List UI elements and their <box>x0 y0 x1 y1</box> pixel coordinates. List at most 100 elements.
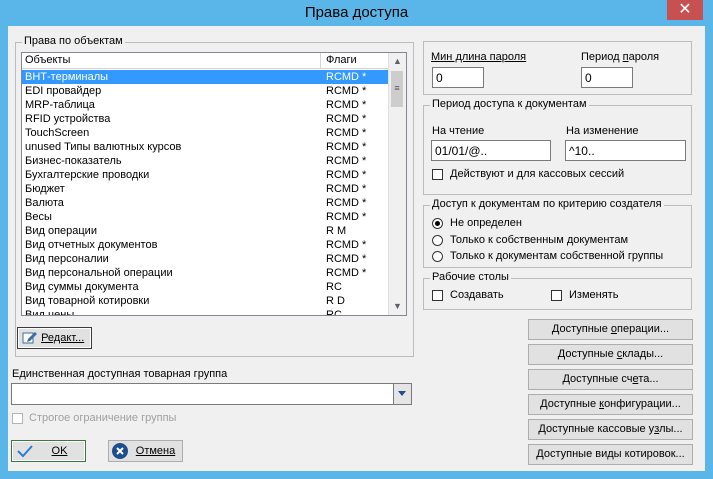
table-row[interactable]: Вид персоналии RCMD * <box>22 252 390 266</box>
object-flags-cell: RCMD * <box>326 99 367 111</box>
table-row[interactable]: Вид суммы документа RC <box>22 280 390 294</box>
ok-button-label: OK <box>51 445 68 457</box>
object-flags-cell: RCMD * <box>326 169 367 181</box>
scroll-thumb[interactable]: ≡ <box>391 71 403 107</box>
object-flags-cell: RC <box>326 309 342 316</box>
objects-list-header: Объекты Флаги <box>22 53 390 69</box>
object-name-cell: Валюта <box>25 197 64 209</box>
desktops-change-label: Изменять <box>569 289 619 301</box>
object-flags-cell: RCMD * <box>326 85 367 97</box>
cancel-button[interactable]: Отмена <box>108 440 183 462</box>
radio-own-group-documents[interactable] <box>432 251 443 262</box>
column-flags-header[interactable]: Флаги <box>326 54 357 66</box>
cash-sessions-checkbox[interactable] <box>432 169 443 180</box>
objects-list[interactable]: Объекты Флаги ВНТ-терминалы RCMD * EDI про… <box>21 52 407 316</box>
checkmark-icon <box>17 445 33 458</box>
read-period-input[interactable] <box>431 140 551 161</box>
object-name-cell: Вид цены <box>25 309 75 316</box>
window-title: Права доступа <box>304 4 409 21</box>
close-icon: ✕ <box>678 1 692 18</box>
object-name-cell: Вид персональной операции <box>25 267 173 279</box>
object-flags-cell: R D <box>326 295 345 307</box>
desktops-change-checkbox[interactable] <box>551 290 562 301</box>
object-name-cell: RFID устройства <box>25 113 111 125</box>
object-name-cell: Бюджет <box>25 183 65 195</box>
table-row[interactable]: Весы RCMD * <box>22 210 390 224</box>
table-row[interactable]: RFID устройства RCMD * <box>22 112 390 126</box>
table-row[interactable]: TouchScreen RCMD * <box>22 126 390 140</box>
edit-pencil-icon <box>22 332 37 344</box>
cash-sessions-label: Действуют и для кассовых сессий <box>450 168 625 180</box>
table-row[interactable]: Вид персональной операции RCMD * <box>22 266 390 280</box>
object-flags-cell: RCMD * <box>326 183 367 195</box>
available-accounts-button[interactable]: Доступные счета... <box>528 369 693 390</box>
available-operations-button[interactable]: Доступные операции... <box>528 319 693 340</box>
radio-own-group-documents-label: Только к документам собственной группы <box>450 250 664 262</box>
object-name-cell: Вид персоналии <box>25 253 109 265</box>
object-name-cell: Вид товарной котировки <box>25 295 150 307</box>
table-row[interactable]: Вид операции R M <box>22 224 390 238</box>
table-row[interactable]: Бухгалтерские проводки RCMD * <box>22 168 390 182</box>
object-flags-cell: RC <box>326 281 342 293</box>
min-password-length-input[interactable] <box>432 67 484 88</box>
scroll-down-icon[interactable]: ▼ <box>389 298 406 315</box>
ok-button[interactable]: OK <box>11 440 86 462</box>
edit-button-label: Редакт... <box>41 332 85 344</box>
object-flags-cell: RCMD * <box>326 239 367 251</box>
chevron-down-icon <box>398 391 406 396</box>
objects-rights-legend: Права по объектам <box>22 35 125 47</box>
min-password-length-label: Мин длина пароля <box>431 51 527 63</box>
strict-group-checkbox[interactable] <box>12 413 23 424</box>
object-flags-cell: RCMD * <box>326 211 367 223</box>
table-row[interactable]: Вид цены RC <box>22 308 390 316</box>
creator-access-legend: Доступ к документам по критерию создател… <box>430 198 664 210</box>
table-row[interactable]: Вид отчетных документов RCMD * <box>22 238 390 252</box>
object-flags-cell: RCMD * <box>326 197 367 209</box>
goods-group-label: Единственная доступная товарная группа <box>12 368 228 380</box>
password-period-label: Период пароля <box>581 51 660 63</box>
objects-list-rows: ВНТ-терминалы RCMD * EDI провайдер RCMD * MR… <box>22 70 390 316</box>
object-flags-cell: RCMD * <box>326 155 367 167</box>
object-name-cell: TouchScreen <box>25 127 90 139</box>
object-flags-cell: RCMD * <box>326 71 367 83</box>
close-window-button[interactable]: ✕ <box>667 0 703 20</box>
table-row[interactable]: Валюта RCMD * <box>22 196 390 210</box>
object-name-cell: Бухгалтерские проводки <box>25 169 150 181</box>
table-row[interactable]: Вид товарной котировки R D <box>22 294 390 308</box>
table-row[interactable]: ВНТ-терминалы RCMD * <box>22 70 390 84</box>
table-row[interactable]: unused Типы валютных курсов RCMD * <box>22 140 390 154</box>
radio-selected-dot <box>435 221 440 226</box>
window-frame-right <box>705 26 713 479</box>
available-cash-nodes-button[interactable]: Доступные кассовые узлы... <box>528 419 693 440</box>
table-row[interactable]: MRP-таблица RCMD * <box>22 98 390 112</box>
object-flags-cell: RCMD * <box>326 267 367 279</box>
radio-undefined[interactable] <box>432 218 443 229</box>
radio-own-documents[interactable] <box>432 235 443 246</box>
column-separator[interactable] <box>320 53 321 68</box>
change-period-label: На изменение <box>566 125 639 137</box>
goods-group-combobox[interactable] <box>11 383 412 405</box>
table-row[interactable]: EDI провайдер RCMD * <box>22 84 390 98</box>
available-configurations-button[interactable]: Доступные конфигурации... <box>528 394 693 415</box>
object-name-cell: Весы <box>25 211 52 223</box>
desktops-create-checkbox[interactable] <box>432 290 443 301</box>
object-name-cell: Вид операции <box>25 225 97 237</box>
dropdown-arrow-button[interactable] <box>393 384 411 404</box>
change-period-input[interactable] <box>565 140 686 161</box>
table-row[interactable]: Бюджет RCMD * <box>22 182 390 196</box>
available-warehouses-button[interactable]: Доступные склады... <box>528 344 693 365</box>
object-name-cell: Вид суммы документа <box>25 281 139 293</box>
object-name-cell: Вид отчетных документов <box>25 239 158 251</box>
password-period-input[interactable] <box>581 67 633 88</box>
column-objects-header[interactable]: Объекты <box>25 54 70 66</box>
scroll-up-icon[interactable]: ▲ <box>389 53 406 70</box>
table-row[interactable]: Бизнес-показатель RCMD * <box>22 154 390 168</box>
objects-list-scrollbar[interactable]: ▲ ≡ ▼ <box>388 53 406 315</box>
object-flags-cell: RCMD * <box>326 253 367 265</box>
doc-access-period-legend: Период доступа к документам <box>430 98 589 110</box>
radio-own-documents-label: Только к собственным документам <box>450 234 629 246</box>
edit-button[interactable]: Редакт... <box>17 327 92 349</box>
object-flags-cell: RCMD * <box>326 113 367 125</box>
object-name-cell: ВНТ-терминалы <box>25 71 109 83</box>
available-quote-types-button[interactable]: Доступные виды котировок... <box>528 444 693 465</box>
